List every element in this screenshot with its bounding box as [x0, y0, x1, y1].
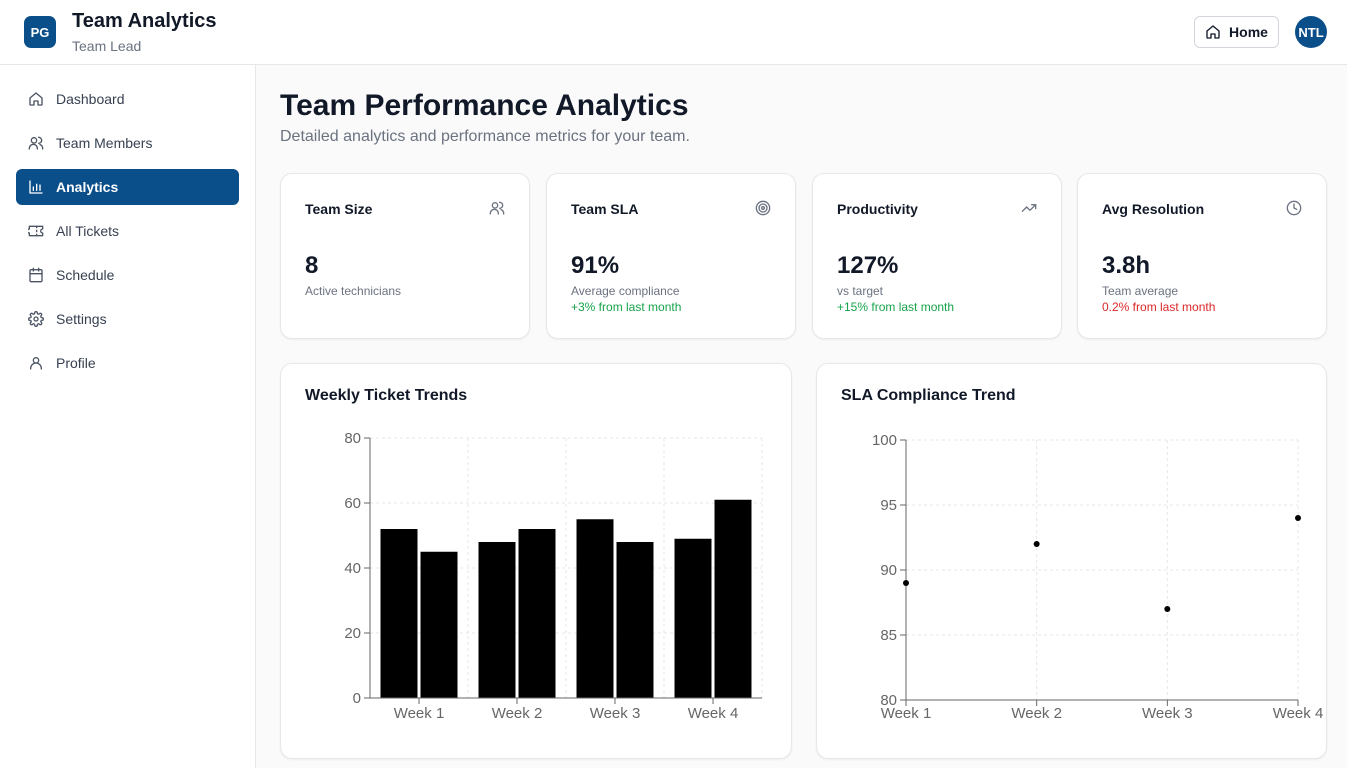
stat-card-avg-resolution: Avg Resolution 3.8h Team average 0.2% fr…	[1077, 173, 1327, 339]
sidebar-item-team-members[interactable]: Team Members	[16, 125, 239, 161]
sidebar-item-profile[interactable]: Profile	[16, 345, 239, 381]
y-tick-label: 0	[353, 690, 361, 707]
scatter-point	[1164, 606, 1171, 612]
y-tick-label: 95	[880, 497, 897, 514]
stat-title: Avg Resolution	[1102, 201, 1205, 217]
sidebar-item-settings[interactable]: Settings	[16, 301, 239, 337]
users-icon	[489, 201, 505, 215]
y-tick-label: 85	[880, 627, 897, 644]
calendar-icon	[29, 267, 43, 283]
home-button[interactable]: Home	[1194, 16, 1279, 48]
sidebar-item-label: Schedule	[56, 267, 115, 283]
app-header: PG Team Analytics Team Lead Home NTL	[0, 0, 1347, 65]
main-content: Team Performance Analytics Detailed anal…	[256, 65, 1347, 768]
users-icon	[28, 136, 44, 150]
weekly-ticket-trends-chart: 0 20 40 60 80 Week 1 Week 2 Week 3 Week 4	[344, 430, 763, 722]
target-icon	[755, 200, 771, 216]
home-icon	[1206, 25, 1220, 39]
sidebar-item-label: Profile	[56, 355, 96, 371]
x-tick-label: Week 3	[1142, 705, 1193, 722]
gear-icon	[28, 311, 44, 327]
stat-title: Productivity	[837, 201, 918, 217]
page-title: Team Performance Analytics	[280, 89, 689, 122]
home-button-label: Home	[1229, 24, 1268, 40]
stat-change: 0.2% from last month	[1102, 300, 1216, 314]
sidebar-item-label: Dashboard	[56, 91, 125, 107]
weekly-ticket-trends-card: Weekly Ticket Trends 0 20 40 60 80 Week 1 Week…	[280, 363, 792, 759]
ticket-icon	[28, 225, 44, 237]
sidebar-item-label: Team Members	[56, 135, 153, 151]
stat-change: +3% from last month	[571, 300, 682, 314]
y-tick-label: 90	[880, 562, 897, 579]
app-title: Team Analytics	[72, 10, 217, 32]
stat-description: Average compliance	[571, 284, 680, 298]
stat-title: Team Size	[305, 201, 373, 217]
sidebar-item-label: Analytics	[56, 179, 119, 195]
stat-value: 127%	[837, 252, 899, 279]
y-tick-label: 100	[872, 432, 897, 449]
sidebar-item-all-tickets[interactable]: All Tickets	[16, 213, 239, 249]
x-tick-label: Week 3	[590, 705, 641, 722]
sidebar-item-dashboard[interactable]: Dashboard	[16, 81, 239, 117]
bar	[478, 542, 516, 698]
scatter-point	[1295, 515, 1301, 521]
bar	[518, 529, 556, 698]
x-tick-label: Week 2	[1011, 705, 1062, 722]
x-tick-label: Week 1	[881, 705, 932, 722]
app-subtitle: Team Lead	[72, 38, 142, 54]
stat-description: vs target	[837, 284, 884, 298]
stat-title: Team SLA	[571, 201, 639, 217]
stat-card-team-size: Team Size 8 Active technicians	[280, 173, 530, 339]
sidebar-item-schedule[interactable]: Schedule	[16, 257, 239, 293]
stat-description: Team average	[1102, 284, 1179, 298]
stat-description: Active technicians	[305, 284, 402, 298]
home-icon	[29, 92, 43, 106]
stat-value: 8	[305, 252, 319, 279]
bar	[714, 499, 752, 698]
avatar[interactable]: NTL	[1295, 16, 1327, 48]
bar	[576, 519, 614, 698]
stat-card-team-sla: Team SLA 91% Average compliance +3% from…	[546, 173, 796, 339]
y-tick-label: 80	[344, 430, 361, 447]
y-tick-label: 20	[344, 625, 361, 642]
bar	[616, 542, 654, 698]
stat-change: +15% from last month	[837, 300, 955, 314]
app-logo: PG	[24, 16, 56, 48]
scatter-point	[903, 580, 909, 586]
trending-up-icon	[1021, 204, 1037, 212]
scatter-point	[1033, 541, 1040, 547]
stat-card-productivity: Productivity 127% vs target +15% from la…	[812, 173, 1062, 339]
user-icon	[30, 357, 42, 370]
stat-value: 91%	[571, 252, 620, 279]
stat-value: 3.8h	[1102, 252, 1151, 279]
sidebar: Dashboard Team Members Analytics All Tic…	[0, 65, 256, 768]
bar	[674, 538, 712, 698]
clock-icon	[1286, 200, 1302, 216]
sidebar-item-label: All Tickets	[56, 223, 120, 239]
x-tick-label: Week 4	[688, 705, 739, 722]
y-tick-label: 40	[344, 560, 361, 577]
sidebar-item-label: Settings	[56, 311, 107, 327]
sla-compliance-trend-card: SLA Compliance Trend 80 85 90 95 100 Week 1 We…	[816, 363, 1327, 759]
bar	[420, 551, 458, 698]
sidebar-item-analytics[interactable]: Analytics	[16, 169, 239, 205]
bar-chart-icon	[29, 180, 43, 194]
sla-compliance-trend-chart: 80859095100Week 1 Week 2 Week 3 Week 4	[872, 432, 1324, 722]
x-tick-label: Week 2	[492, 705, 543, 722]
bar	[380, 529, 418, 698]
page-subtitle: Detailed analytics and performance metri…	[280, 128, 690, 145]
x-tick-label: Week 1	[394, 705, 445, 722]
y-tick-label: 60	[344, 495, 361, 512]
x-tick-label: Week 4	[1273, 705, 1324, 722]
